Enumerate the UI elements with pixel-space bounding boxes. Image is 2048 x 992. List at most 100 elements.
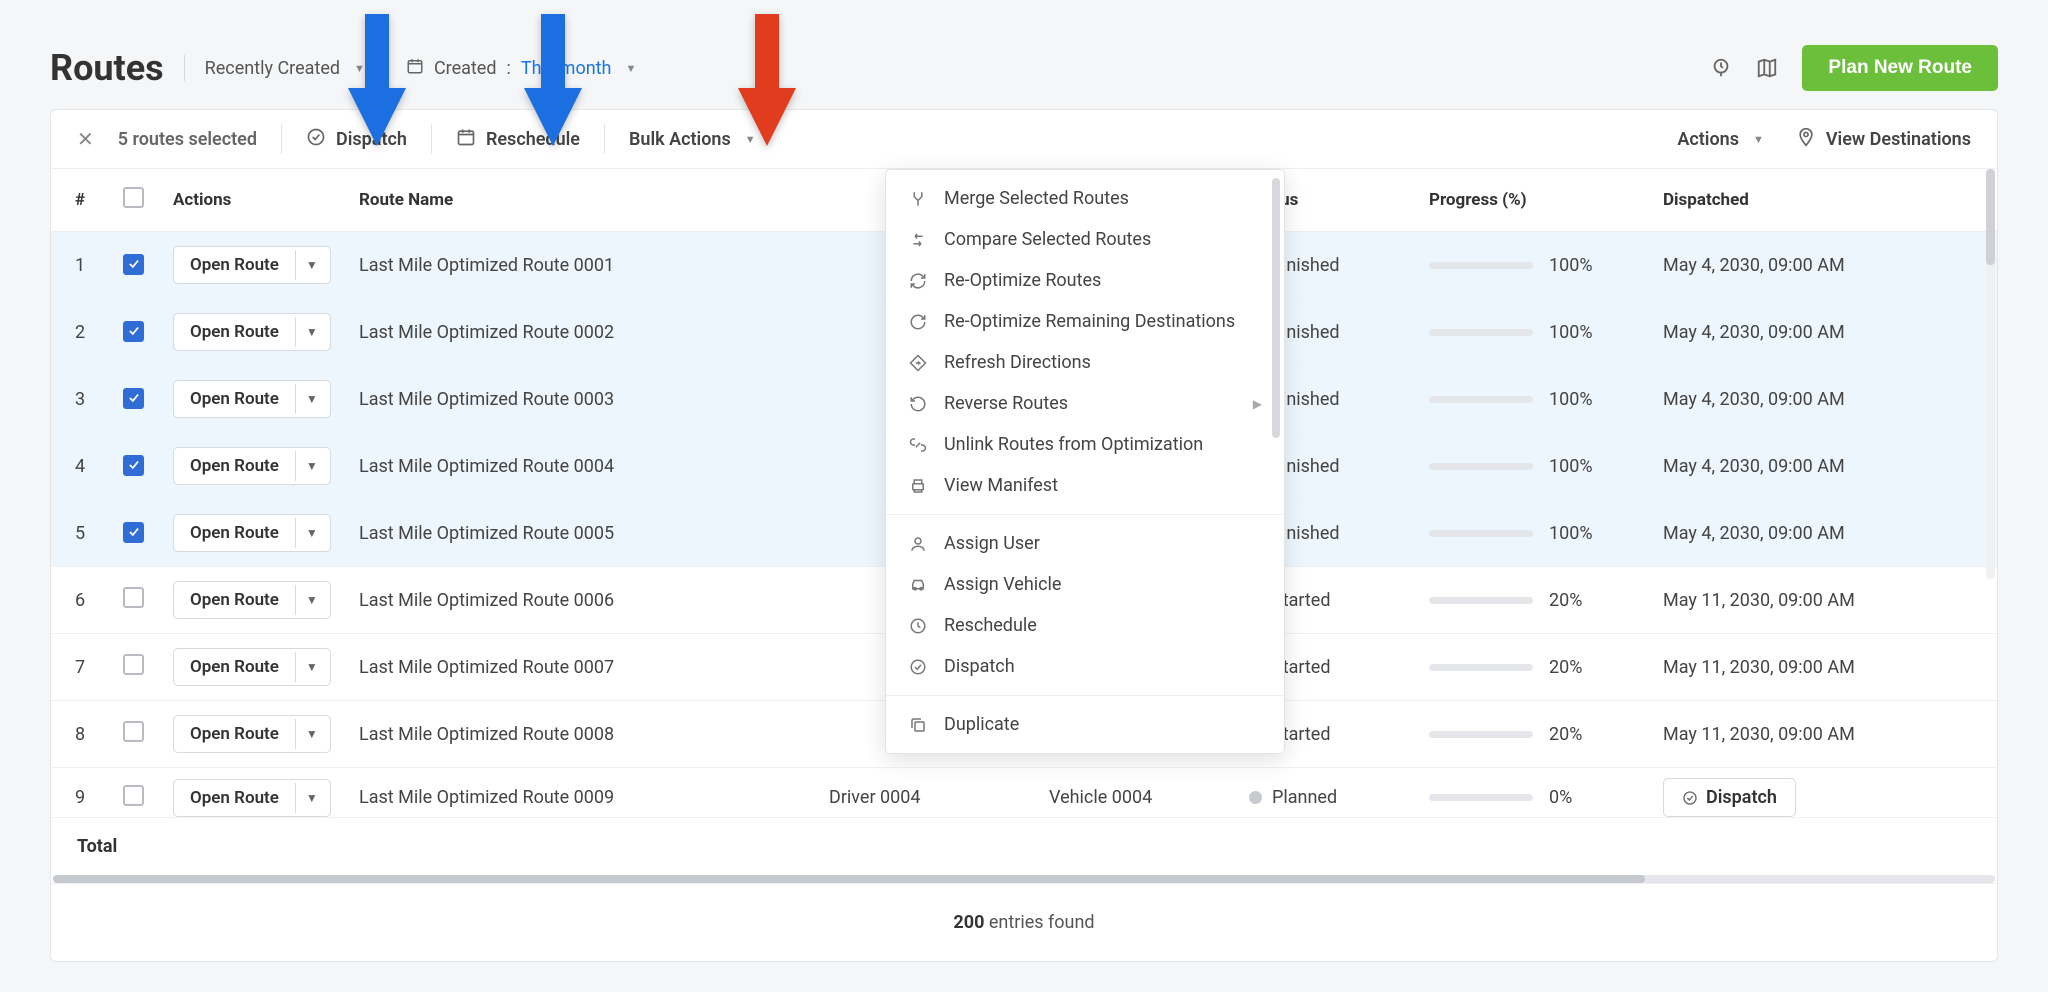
- row-number: 3: [51, 366, 109, 433]
- progress-bar: 100%: [1429, 255, 1635, 276]
- bulk-actions-dropdown[interactable]: Bulk Actions ▼: [629, 129, 756, 150]
- menu-item[interactable]: Assign Vehicle: [886, 564, 1284, 605]
- row-checkbox[interactable]: [123, 654, 144, 675]
- status-badge: Planned: [1249, 787, 1401, 808]
- close-icon[interactable]: ✕: [77, 127, 94, 151]
- menu-item-label: Dispatch: [944, 656, 1015, 677]
- menu-item-label: Refresh Directions: [944, 352, 1091, 373]
- menu-item[interactable]: Unlink Routes from Optimization: [886, 424, 1284, 465]
- separator: [281, 124, 282, 154]
- table-row: 9 Open Route ▼ Last Mile Optimized Route…: [51, 768, 1997, 818]
- calendar-icon: [406, 57, 424, 80]
- menu-item[interactable]: Assign User: [886, 523, 1284, 564]
- menu-item[interactable]: View Manifest: [886, 465, 1284, 506]
- col-dispatched: Dispatched: [1649, 169, 1997, 232]
- open-route-button[interactable]: Open Route ▼: [173, 447, 331, 485]
- row-checkbox[interactable]: [123, 455, 144, 476]
- chevron-down-icon[interactable]: ▼: [295, 451, 328, 481]
- bulk-actions-label: Bulk Actions: [629, 129, 731, 150]
- chevron-down-icon[interactable]: ▼: [295, 585, 328, 615]
- open-route-button[interactable]: Open Route ▼: [173, 313, 331, 351]
- route-name: Last Mile Optimized Route 0007: [345, 634, 815, 701]
- chevron-down-icon[interactable]: ▼: [295, 384, 328, 414]
- filter-sort[interactable]: Recently Created ▼: [205, 58, 365, 79]
- route-user: Driver 0004: [815, 768, 1035, 818]
- chevron-down-icon: ▼: [1753, 133, 1764, 146]
- row-number: 9: [51, 768, 109, 818]
- row-number: 7: [51, 634, 109, 701]
- chevron-down-icon[interactable]: ▼: [295, 652, 328, 682]
- view-destinations-label: View Destinations: [1826, 129, 1971, 150]
- menu-item[interactable]: Compare Selected Routes: [886, 219, 1284, 260]
- open-route-label: Open Route: [174, 247, 295, 283]
- pin-icon: [1796, 127, 1816, 152]
- bulk-actions-menu: Merge Selected Routes Compare Selected R…: [885, 169, 1285, 754]
- progress-bar: 100%: [1429, 523, 1635, 544]
- vertical-scrollbar[interactable]: [1986, 169, 1995, 579]
- chevron-down-icon[interactable]: ▼: [295, 783, 328, 813]
- directions-icon: [908, 354, 928, 372]
- dispatch-button[interactable]: Dispatch: [1663, 778, 1796, 817]
- view-destinations-action[interactable]: View Destinations: [1796, 127, 1971, 152]
- open-route-label: Open Route: [174, 448, 295, 484]
- route-name: Last Mile Optimized Route 0004: [345, 433, 815, 500]
- row-checkbox[interactable]: [123, 522, 144, 543]
- row-checkbox[interactable]: [123, 254, 144, 275]
- filter-date[interactable]: Created: This month ▼: [406, 57, 636, 80]
- open-route-button[interactable]: Open Route ▼: [173, 246, 331, 284]
- row-checkbox[interactable]: [123, 321, 144, 342]
- route-vehicle: Vehicle 0004: [1035, 768, 1235, 818]
- map-icon[interactable]: [1756, 57, 1778, 79]
- car-icon: [908, 576, 928, 594]
- actions-dropdown[interactable]: Actions ▼: [1677, 129, 1764, 150]
- chevron-down-icon[interactable]: ▼: [295, 317, 328, 347]
- filter-date-label: Created: [434, 58, 497, 79]
- menu-item[interactable]: Duplicate: [886, 704, 1284, 745]
- separator: [604, 124, 605, 154]
- open-route-label: Open Route: [174, 649, 295, 685]
- compare-icon: [908, 231, 928, 249]
- plan-new-route-button[interactable]: Plan New Route: [1802, 45, 1998, 91]
- route-name: Last Mile Optimized Route 0008: [345, 701, 815, 768]
- route-name: Last Mile Optimized Route 0005: [345, 500, 815, 567]
- open-route-button[interactable]: Open Route ▼: [173, 715, 331, 753]
- open-route-button[interactable]: Open Route ▼: [173, 380, 331, 418]
- menu-item[interactable]: Merge Selected Routes: [886, 178, 1284, 219]
- copy-icon: [908, 716, 928, 734]
- timeline-icon[interactable]: [1710, 57, 1732, 79]
- menu-item[interactable]: Re-Optimize Routes: [886, 260, 1284, 301]
- progress-bar: 20%: [1429, 657, 1635, 678]
- chevron-down-icon[interactable]: ▼: [295, 518, 328, 548]
- dispatched-value: May 4, 2030, 09:00 AM: [1663, 456, 1845, 477]
- menu-item[interactable]: Reschedule: [886, 605, 1284, 646]
- menu-item[interactable]: Refresh Directions: [886, 342, 1284, 383]
- dropdown-scrollbar[interactable]: [1272, 178, 1280, 498]
- col-route-name: Route Name: [345, 169, 815, 232]
- open-route-button[interactable]: Open Route ▼: [173, 581, 331, 619]
- menu-item-label: Assign User: [944, 533, 1040, 554]
- chevron-down-icon[interactable]: ▼: [295, 250, 328, 280]
- menu-item[interactable]: Re-Optimize Remaining Destinations: [886, 301, 1284, 342]
- row-number: 2: [51, 299, 109, 366]
- row-number: 4: [51, 433, 109, 500]
- route-name: Last Mile Optimized Route 0003: [345, 366, 815, 433]
- chevron-down-icon[interactable]: ▼: [295, 719, 328, 749]
- row-checkbox[interactable]: [123, 785, 144, 806]
- col-progress: Progress (%): [1415, 169, 1649, 232]
- sync-icon: [908, 272, 928, 290]
- row-number: 1: [51, 232, 109, 299]
- check-circle-icon: [306, 127, 326, 152]
- select-all-checkbox[interactable]: [123, 187, 144, 208]
- entries-footer: 200 entries found: [51, 883, 1997, 961]
- open-route-button[interactable]: Open Route ▼: [173, 779, 331, 817]
- row-checkbox[interactable]: [123, 721, 144, 742]
- row-checkbox[interactable]: [123, 388, 144, 409]
- route-name: Last Mile Optimized Route 0002: [345, 299, 815, 366]
- horizontal-scrollbar[interactable]: [53, 875, 1995, 883]
- menu-item[interactable]: Reverse Routes ▶: [886, 383, 1284, 424]
- menu-item[interactable]: Dispatch: [886, 646, 1284, 687]
- check-icon: [908, 658, 928, 676]
- open-route-button[interactable]: Open Route ▼: [173, 648, 331, 686]
- open-route-button[interactable]: Open Route ▼: [173, 514, 331, 552]
- row-checkbox[interactable]: [123, 587, 144, 608]
